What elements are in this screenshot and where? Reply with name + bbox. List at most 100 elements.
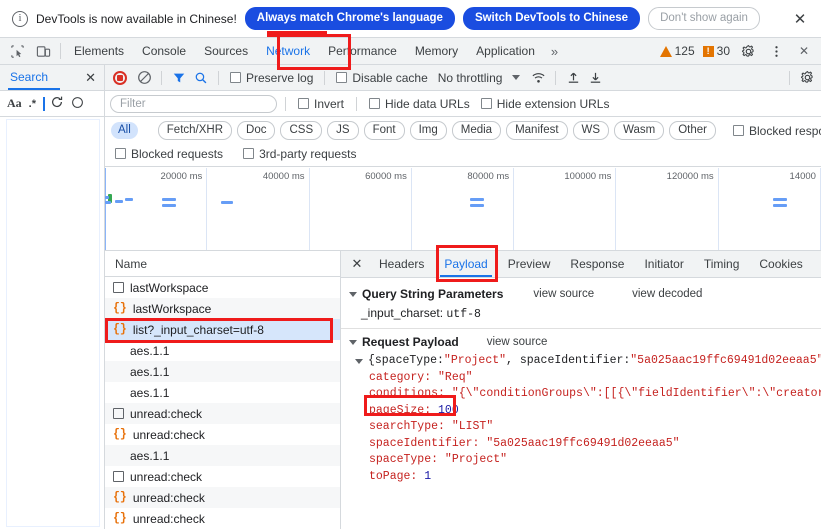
- overview-start-line: [105, 168, 106, 250]
- request-name: unread:check: [130, 469, 203, 484]
- warning-count-badge[interactable]: 125: [657, 44, 698, 58]
- overview-tick-label: 40000 ms: [262, 171, 305, 182]
- tab-search[interactable]: Search: [0, 65, 58, 90]
- hide-extension-urls-checkbox[interactable]: Hide extension URLs: [477, 97, 614, 111]
- tab-memory[interactable]: Memory: [406, 38, 467, 64]
- chip-media[interactable]: Media: [451, 121, 502, 140]
- close-search-drawer-icon[interactable]: ✕: [85, 70, 96, 86]
- json-root-line[interactable]: {spaceType: "Project" , spaceIdentifier:…: [341, 353, 821, 370]
- table-row[interactable]: unread:check: [105, 403, 340, 424]
- tab-response[interactable]: Response: [560, 251, 634, 277]
- switch-devtools-language-button[interactable]: Switch DevTools to Chinese: [462, 7, 641, 30]
- hide-data-urls-checkbox[interactable]: Hide data URLs: [365, 97, 474, 111]
- chip-other[interactable]: Other: [669, 121, 716, 140]
- clear-icon[interactable]: [69, 96, 86, 112]
- tab-network[interactable]: Network: [257, 38, 319, 64]
- tab-elements[interactable]: Elements: [65, 38, 133, 64]
- chip-all[interactable]: All: [111, 122, 138, 139]
- network-settings-gear-icon[interactable]: [797, 68, 817, 88]
- extra-filter-row: Blocked requests 3rd-party requests: [111, 144, 815, 163]
- preserve-log-checkbox[interactable]: Preserve log: [226, 71, 317, 85]
- error-count-badge[interactable]: ! 30: [700, 44, 733, 58]
- tab-performance[interactable]: Performance: [319, 38, 406, 64]
- toolbar-divider: [324, 70, 326, 85]
- chevron-down-icon[interactable]: [349, 291, 357, 297]
- always-match-language-button[interactable]: Always match Chrome's language: [244, 7, 455, 30]
- filter-input[interactable]: [110, 94, 277, 113]
- search-icon[interactable]: [191, 68, 211, 88]
- filter-funnel-icon[interactable]: [169, 68, 189, 88]
- overview-tick-label: 20000 ms: [160, 171, 203, 182]
- overview-tick-cell: 60000 ms: [310, 168, 412, 250]
- more-tabs-icon[interactable]: »: [544, 44, 565, 59]
- chip-img[interactable]: Img: [409, 121, 447, 140]
- tab-headers[interactable]: Headers: [369, 251, 434, 277]
- hide-extension-urls-label: Hide extension URLs: [496, 96, 610, 111]
- overview-bar: [469, 204, 484, 207]
- tab-sources[interactable]: Sources: [195, 38, 257, 64]
- regex-icon[interactable]: .*: [27, 98, 38, 110]
- inspect-element-icon[interactable]: [4, 39, 30, 63]
- view-source-link[interactable]: view source: [487, 336, 548, 348]
- invert-checkbox[interactable]: Invert: [294, 97, 348, 111]
- chip-manifest[interactable]: Manifest: [506, 121, 568, 140]
- refresh-icon[interactable]: [48, 95, 66, 112]
- table-row[interactable]: aes.1.1: [105, 361, 340, 382]
- close-devtools-icon[interactable]: ✕: [791, 39, 817, 63]
- third-party-requests-checkbox[interactable]: 3rd-party requests: [239, 147, 360, 161]
- table-row[interactable]: {} unread:check: [105, 508, 340, 529]
- query-string-parameters-section-header[interactable]: Query String Parameters view source view…: [341, 285, 821, 305]
- view-source-link[interactable]: view source: [533, 288, 594, 300]
- throttling-select[interactable]: No throttling: [434, 71, 503, 85]
- chevron-down-icon[interactable]: [355, 358, 363, 364]
- close-icon[interactable]: ✕: [789, 8, 811, 30]
- match-case-icon[interactable]: Aa: [5, 96, 24, 111]
- table-row[interactable]: aes.1.1: [105, 445, 340, 466]
- table-row[interactable]: {} lastWorkspace: [105, 298, 340, 319]
- export-har-icon[interactable]: [585, 68, 605, 88]
- request-column-header-name[interactable]: Name: [105, 251, 340, 277]
- table-row-selected[interactable]: {} list?_input_charset=utf-8: [105, 319, 340, 340]
- table-row[interactable]: {} unread:check: [105, 424, 340, 445]
- chip-js[interactable]: JS: [327, 121, 359, 140]
- clear-network-log-icon[interactable]: [134, 68, 154, 88]
- chip-ws[interactable]: WS: [572, 121, 610, 140]
- chip-fetch-xhr[interactable]: Fetch/XHR: [157, 121, 233, 140]
- tab-timing[interactable]: Timing: [694, 251, 750, 277]
- network-overview-timeline[interactable]: 20000 ms 40000 ms 60000 ms 80000 ms 1000…: [105, 168, 821, 251]
- tab-application[interactable]: Application: [467, 38, 544, 64]
- table-row[interactable]: lastWorkspace: [105, 277, 340, 298]
- chevron-down-icon[interactable]: [349, 339, 357, 345]
- json-entry-category: category: "Req": [341, 370, 821, 387]
- checkbox-box: [480, 98, 492, 109]
- import-har-icon[interactable]: [563, 68, 583, 88]
- table-row[interactable]: aes.1.1: [105, 382, 340, 403]
- disable-cache-checkbox[interactable]: Disable cache: [332, 71, 431, 85]
- close-detail-panel-icon[interactable]: ✕: [345, 252, 369, 276]
- dont-show-again-button[interactable]: Don't show again: [648, 7, 760, 30]
- gear-icon[interactable]: [735, 39, 761, 63]
- device-toolbar-icon[interactable]: [30, 39, 56, 63]
- blocked-requests-checkbox[interactable]: Blocked requests: [111, 147, 227, 161]
- tab-console[interactable]: Console: [133, 38, 195, 64]
- chevron-down-icon[interactable]: [512, 75, 521, 80]
- kebab-menu-icon[interactable]: [763, 39, 789, 63]
- checkbox-box: [369, 98, 381, 109]
- tab-cookies[interactable]: Cookies: [749, 251, 812, 277]
- blocked-response-cookies-checkbox[interactable]: Blocked response cookies: [729, 124, 821, 138]
- tab-payload[interactable]: Payload: [434, 251, 497, 277]
- chip-font[interactable]: Font: [363, 121, 405, 140]
- view-decoded-link[interactable]: view decoded: [632, 288, 702, 300]
- request-payload-section-header[interactable]: Request Payload view source: [341, 329, 821, 353]
- table-row[interactable]: unread:check: [105, 466, 340, 487]
- json-value: "Project": [444, 453, 508, 466]
- table-row[interactable]: aes.1.1: [105, 340, 340, 361]
- chip-wasm[interactable]: Wasm: [614, 121, 665, 140]
- record-stop-icon[interactable]: [113, 70, 127, 85]
- chip-css[interactable]: CSS: [280, 121, 323, 140]
- tab-initiator[interactable]: Initiator: [634, 251, 693, 277]
- table-row[interactable]: {} unread:check: [105, 487, 340, 508]
- chip-doc[interactable]: Doc: [237, 121, 276, 140]
- tab-preview[interactable]: Preview: [498, 251, 561, 277]
- network-conditions-icon[interactable]: [528, 68, 548, 88]
